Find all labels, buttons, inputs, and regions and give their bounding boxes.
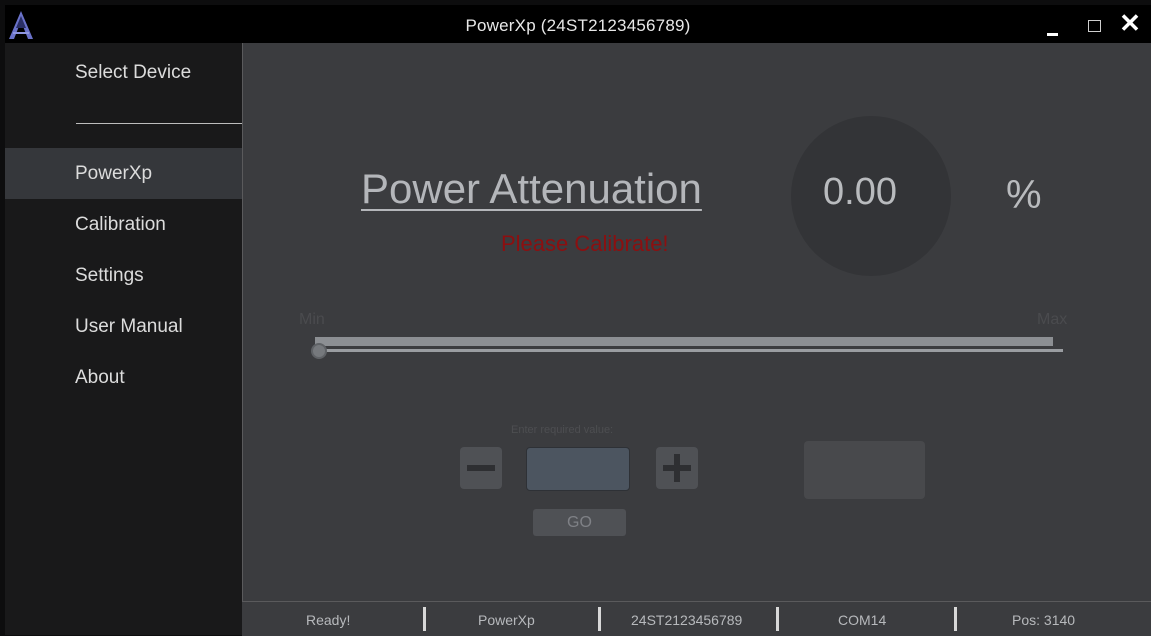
- select-device-link[interactable]: Select Device: [75, 62, 191, 84]
- attenuation-value: 0.00: [823, 171, 897, 213]
- slider-max-label: Max: [1037, 311, 1068, 328]
- apply-button[interactable]: [804, 441, 925, 499]
- status-state: Ready!: [306, 612, 351, 628]
- slider-fill: [315, 337, 1053, 346]
- sidebar-item-user-manual[interactable]: User Manual: [5, 301, 242, 352]
- calibration-warning: Please Calibrate!: [501, 231, 669, 256]
- sidebar-item-settings[interactable]: Settings: [5, 250, 242, 301]
- title-bar: PowerXp (24ST2123456789) ✕: [5, 5, 1151, 43]
- slider-thumb[interactable]: [311, 343, 327, 359]
- close-icon[interactable]: ✕: [1117, 8, 1143, 38]
- minimize-icon[interactable]: [1041, 11, 1067, 37]
- slider-track[interactable]: [315, 349, 1063, 352]
- required-value-input[interactable]: [526, 447, 630, 491]
- go-button[interactable]: GO: [533, 509, 626, 536]
- status-serial: 24ST2123456789: [631, 612, 743, 628]
- maximize-icon[interactable]: [1081, 11, 1107, 37]
- status-separator: [776, 607, 779, 631]
- value-input-label: Enter required value:: [511, 424, 614, 436]
- status-separator: [598, 607, 601, 631]
- sidebar-item-powerxp[interactable]: PowerXp: [5, 148, 242, 199]
- attenuation-slider[interactable]: [311, 331, 1063, 359]
- percent-unit: %: [1006, 173, 1042, 217]
- increment-button[interactable]: [656, 447, 698, 489]
- sidebar-nav: PowerXp Calibration Settings User Manual…: [5, 148, 242, 403]
- status-device: PowerXp: [478, 612, 535, 628]
- sidebar-item-about[interactable]: About: [5, 352, 242, 403]
- status-separator: [423, 607, 426, 631]
- status-port: COM14: [838, 612, 887, 628]
- slider-min-label: Min: [299, 311, 325, 328]
- status-bar: Ready! PowerXp 24ST2123456789 COM14 Pos:…: [242, 601, 1151, 636]
- window-title: PowerXp (24ST2123456789): [465, 16, 691, 35]
- decrement-button[interactable]: [460, 447, 502, 489]
- sidebar-item-calibration[interactable]: Calibration: [5, 199, 242, 250]
- power-attenuation-heading[interactable]: Power Attenuation: [361, 165, 702, 213]
- status-separator: [954, 607, 957, 631]
- main-panel: Power Attenuation 0.00 % Please Calibrat…: [242, 43, 1151, 601]
- status-position: Pos: 3140: [1012, 612, 1076, 628]
- sidebar-divider: [76, 123, 242, 124]
- minus-icon: [467, 465, 495, 471]
- sidebar: Select Device PowerXp Calibration Settin…: [5, 43, 242, 635]
